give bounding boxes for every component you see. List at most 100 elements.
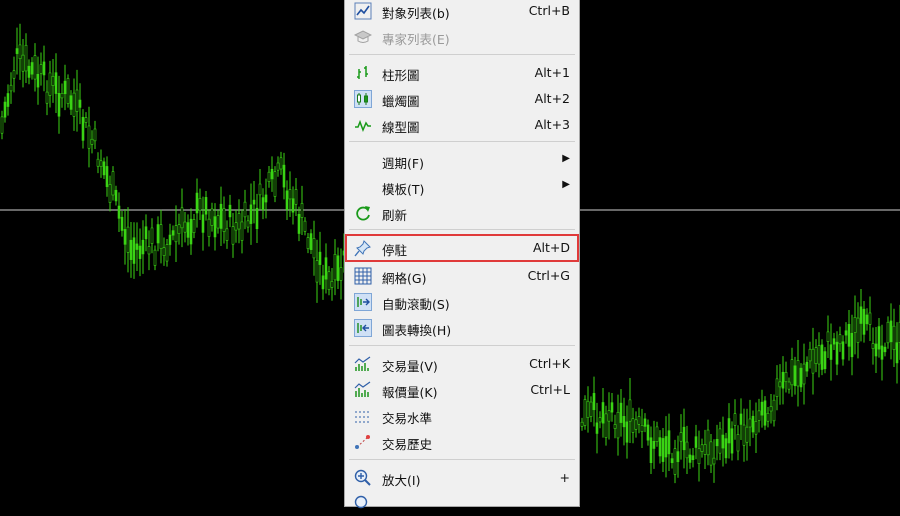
candle-body (874, 343, 878, 357)
candle-body (646, 424, 650, 441)
candle-body (270, 168, 274, 180)
candle-body (225, 228, 229, 241)
candle-body (667, 430, 671, 455)
menu-item-periods[interactable]: 週期(F) ▶ (346, 148, 578, 173)
candle-body (760, 401, 764, 416)
candle-body (715, 439, 719, 447)
candle-body (9, 84, 13, 92)
candle-body (300, 203, 304, 218)
menu-item-templates[interactable]: 模板(T) ▶ (346, 174, 578, 199)
candle-body (258, 183, 262, 196)
menu-item-grid[interactable]: 網格(G) Ctrl+G (346, 263, 578, 288)
menu-item-trade-history[interactable]: 交易歷史 (346, 429, 578, 454)
candle-body (664, 436, 668, 458)
candle-body (18, 44, 22, 60)
menu-item-trade-levels[interactable]: 交易水準 (346, 403, 578, 428)
candle-body (240, 221, 244, 241)
candle-body (835, 341, 839, 365)
candle-body (730, 428, 734, 454)
menu-item-symbol-list[interactable]: 對象列表(b) Ctrl+B (346, 0, 578, 23)
menu-item-bar-chart[interactable]: 柱形圖 Alt+1 (346, 60, 578, 85)
candle-body (336, 255, 340, 281)
candle-body (117, 205, 121, 219)
candle-body (757, 410, 761, 421)
candle-body (628, 399, 632, 422)
candle-body (282, 164, 286, 188)
candle-body (778, 381, 782, 388)
candle-body (57, 93, 61, 117)
candle-body (820, 344, 824, 370)
candle-body (796, 360, 800, 387)
candle-body (294, 189, 298, 205)
candle-body (850, 332, 854, 358)
candle-body (871, 343, 875, 349)
menu-item-chart-shift[interactable]: 圖表轉換(H) (346, 315, 578, 340)
candle-body (670, 458, 674, 464)
candle-body (616, 411, 620, 439)
menu-item-shortcut: Alt+D (532, 240, 570, 255)
grid-icon (354, 267, 372, 285)
menu-item-dock[interactable]: 停駐 Alt+D (345, 234, 579, 262)
menu-item-label: 交易量(V) (382, 359, 438, 374)
menu-item-expert-list: 專家列表(E) (346, 24, 578, 49)
menu-item-label: 線型圖 (382, 120, 420, 135)
candle-body (856, 317, 860, 343)
menu-item-label: 模板(T) (382, 182, 425, 197)
candle-body (201, 214, 205, 233)
menu-item-shortcut: Ctrl+K (529, 356, 570, 371)
menu-item-autoscroll[interactable]: 自動滾動(S) (346, 289, 578, 314)
candle-body (673, 448, 677, 475)
menu-item-shortcut: Alt+3 (534, 117, 570, 132)
candle-body (790, 359, 794, 386)
candle-body (312, 238, 316, 259)
candle-body (634, 419, 638, 430)
candle-body (315, 260, 319, 283)
candle-body (120, 216, 124, 231)
menu-item-line-chart[interactable]: 線型圖 Alt+3 (346, 112, 578, 137)
candle-body (252, 199, 256, 205)
candle-body (889, 320, 893, 343)
menu-item-zoom-out-partial[interactable] (346, 491, 578, 516)
menu-item-label: 週期(F) (382, 156, 424, 171)
candle-body (721, 434, 725, 449)
candle-body (12, 70, 16, 79)
candle-body (6, 93, 10, 107)
candle-body (619, 402, 623, 423)
candle-body (784, 372, 788, 383)
candle-body (769, 406, 773, 412)
menu-item-tick-volumes[interactable]: 報價量(K) Ctrl+L (346, 377, 578, 402)
candle-body (781, 371, 785, 389)
candle-body (231, 226, 235, 245)
candle-body (688, 454, 692, 463)
candle-body (84, 117, 88, 123)
tick-volumes-icon (354, 381, 372, 399)
submenu-arrow-icon: ▶ (562, 179, 570, 190)
candle-body (273, 171, 277, 197)
candle-body (303, 220, 307, 232)
candle-body (643, 418, 647, 427)
candle-body (174, 225, 178, 243)
menu-item-refresh[interactable]: 刷新 (346, 200, 578, 225)
candle-body (243, 201, 247, 218)
candle-body (700, 444, 704, 452)
candle-body (51, 76, 55, 86)
menu-item-volumes[interactable]: 交易量(V) Ctrl+K (346, 351, 578, 376)
candle-body (36, 73, 40, 88)
candle-body (865, 314, 869, 325)
candle-body (658, 437, 662, 457)
menu-separator (349, 54, 575, 55)
menu-item-zoom-in[interactable]: 放大(I) + (346, 465, 578, 490)
candle-body (162, 247, 166, 256)
menu-separator (349, 229, 575, 230)
submenu-arrow-icon: ▶ (562, 153, 570, 164)
candle-body (736, 434, 740, 452)
menu-item-candle-chart[interactable]: 蠟燭圖 Alt+2 (346, 86, 578, 111)
candle-body (685, 441, 689, 459)
menu-item-label: 圖表轉換(H) (382, 323, 452, 338)
candle-body (255, 207, 259, 230)
candle-body (180, 207, 184, 229)
menu-item-label: 柱形圖 (382, 68, 420, 83)
candle-body (111, 171, 115, 196)
menu-item-shortcut: Ctrl+L (530, 382, 570, 397)
candle-body (844, 330, 848, 336)
